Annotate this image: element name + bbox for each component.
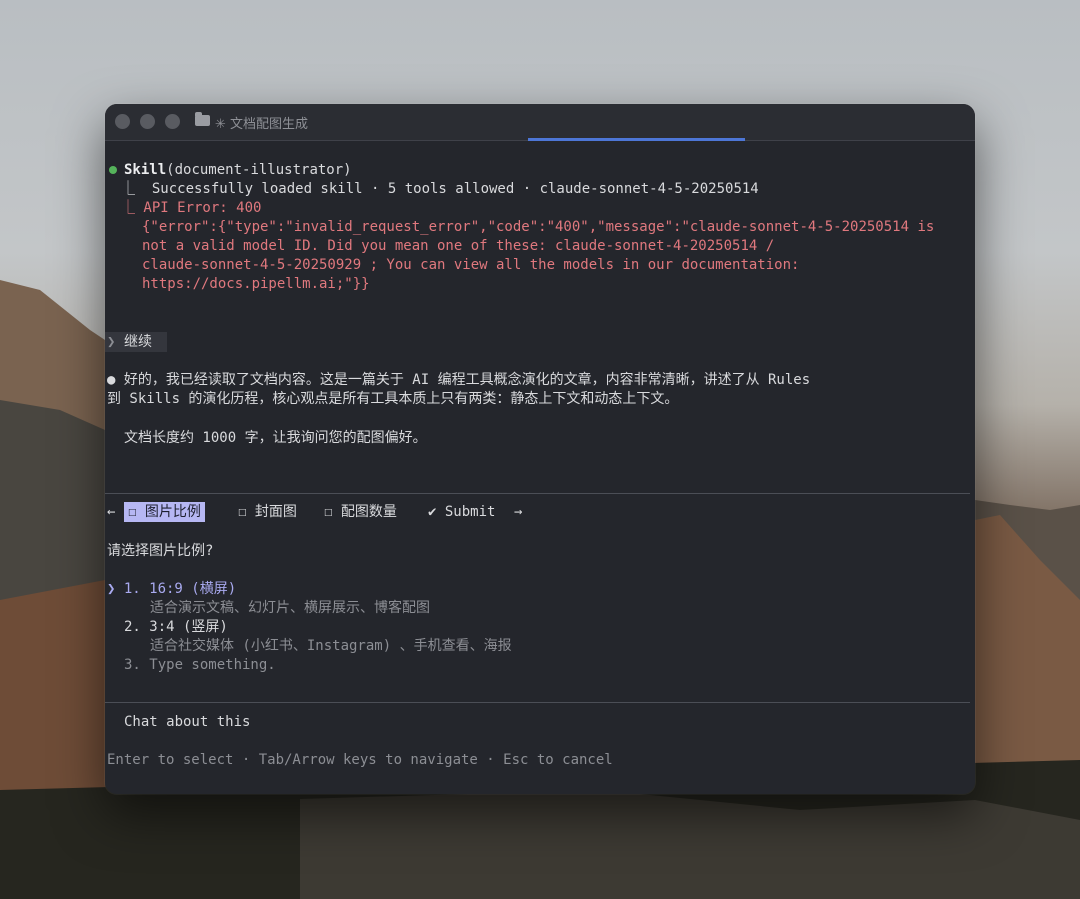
maximize-button[interactable] [165, 114, 180, 129]
assistant-reply-line: 文档长度约 1000 字，让我询问您的配图偏好。 [124, 430, 427, 446]
option-3-4[interactable]: 2. 3:4 (竖屏) [124, 618, 228, 637]
option-description: 适合社交媒体 (小红书、Instagram) 、手机查看、海报 [150, 638, 512, 654]
terminal-window: ✳ 文档配图生成 Skill(document-illustrator) ⎿ S… [105, 104, 975, 794]
close-button[interactable] [115, 114, 130, 129]
skill-arg: (document-illustrator) [166, 162, 352, 178]
skill-loaded-line: ⎿ Successfully loaded skill · 5 tools al… [121, 181, 759, 197]
prev-tab-arrow[interactable]: ← [107, 502, 115, 522]
option-16-9[interactable]: ❯ 1. 16:9 (横屏) [107, 580, 236, 599]
question-prompt: 请选择图片比例? [107, 543, 214, 559]
active-tab-indicator [528, 138, 745, 141]
keyboard-hint: Enter to select · Tab/Arrow keys to navi… [107, 752, 613, 768]
skill-name: Skill [124, 162, 167, 178]
api-error-line: claude-sonnet-4-5-20250929 ; You can vie… [142, 257, 800, 273]
assistant-reply-line: ● 好的，我已经读取了文档内容。这是一篇关于 AI 编程工具概念演化的文章，内容… [107, 372, 811, 388]
status-dot-icon [109, 166, 117, 174]
folder-icon [195, 112, 210, 126]
title-bar: ✳ 文档配图生成 [105, 104, 975, 141]
tab-image-count[interactable]: ☐ 配图数量 [324, 502, 397, 522]
tab-submit[interactable]: ✔ Submit [428, 502, 495, 522]
minimize-button[interactable] [140, 114, 155, 129]
api-error-line: {"error":{"type":"invalid_request_error"… [142, 219, 935, 235]
next-tab-arrow[interactable]: → [514, 502, 522, 522]
tab-image-ratio[interactable]: ☐ 图片比例 [124, 502, 205, 522]
window-title: ✳ 文档配图生成 [215, 117, 309, 132]
option-description: 适合演示文稿、幻灯片、横屏展示、博客配图 [150, 600, 430, 616]
user-prompt: 继续 [124, 334, 152, 350]
api-error-heading: ⎿ API Error: 400 [121, 200, 262, 216]
prompt-chevron-icon: ❯ [107, 334, 116, 350]
divider [105, 493, 970, 494]
api-error-line: not a valid model ID. Did you mean one o… [142, 238, 775, 254]
chat-about-this-option[interactable]: Chat about this [124, 713, 250, 732]
assistant-reply-line: 到 Skills 的演化历程，核心观点是所有工具本质上只有两类：静态上下文和动态… [107, 391, 679, 407]
api-error-line: https://docs.pipellm.ai;"}} [142, 276, 370, 292]
tab-cover-image[interactable]: ☐ 封面图 [238, 502, 297, 522]
option-type-something[interactable]: 3. Type something. [124, 656, 276, 675]
divider [105, 702, 970, 703]
skill-call: Skill(document-illustrator) [124, 161, 352, 180]
